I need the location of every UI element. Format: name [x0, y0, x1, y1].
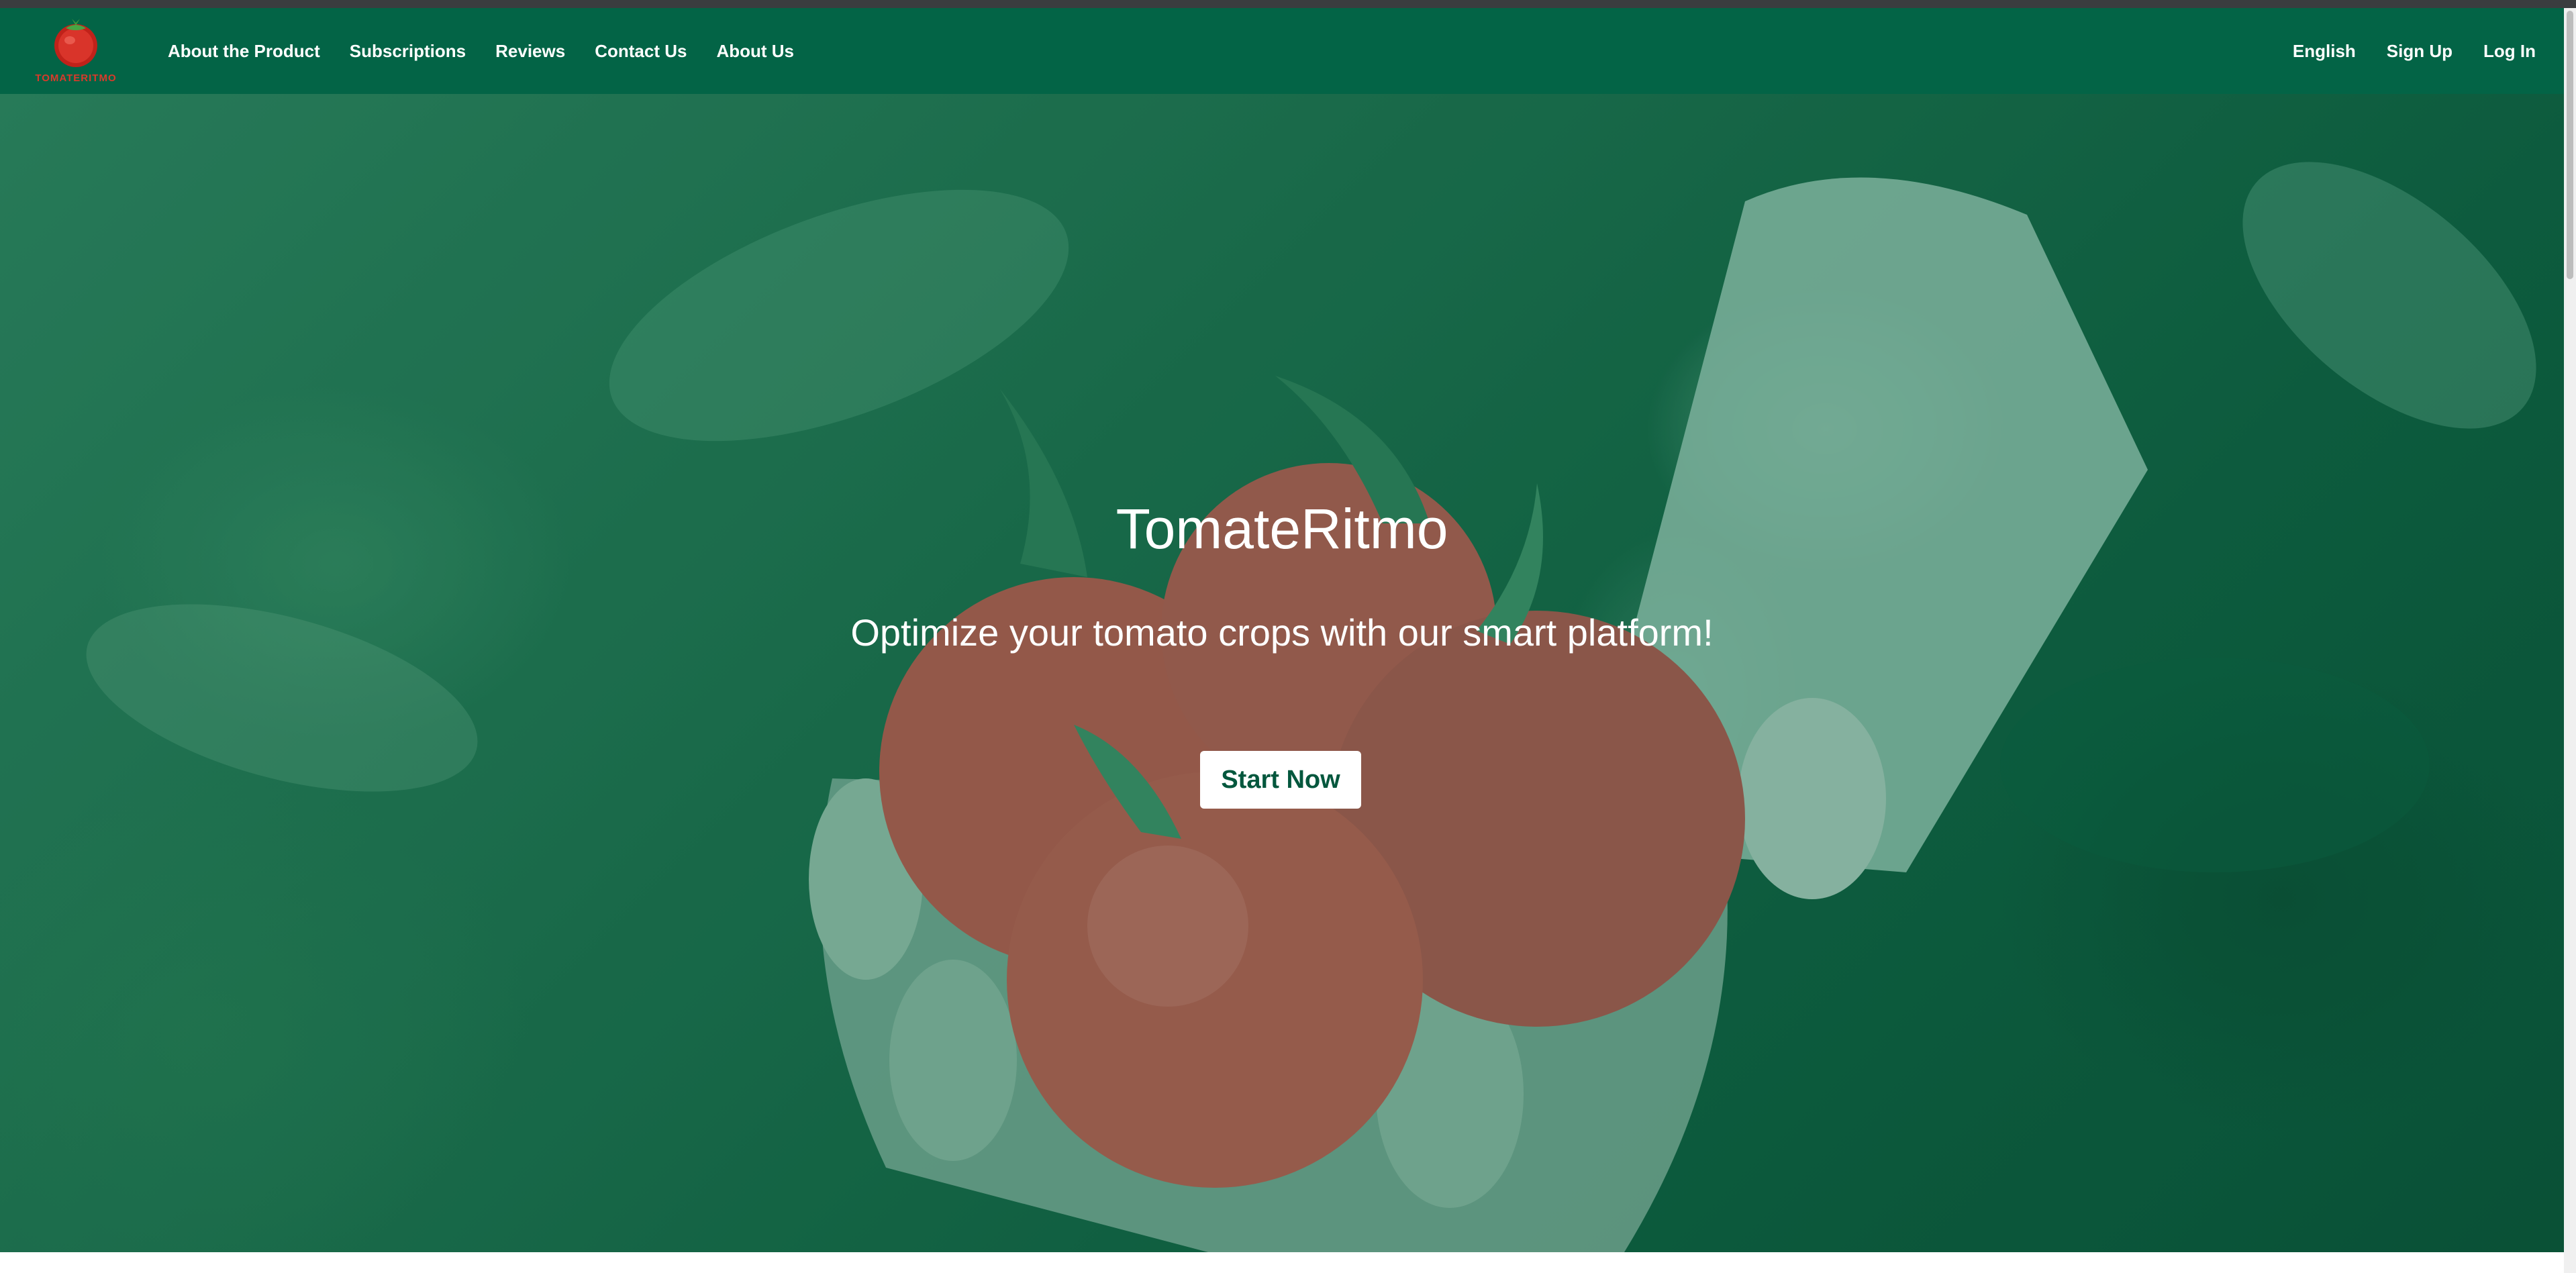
nav-contact-us[interactable]: Contact Us: [595, 41, 687, 62]
hero-title: TomateRitmo: [1116, 497, 1448, 560]
nav-about-us[interactable]: About Us: [716, 41, 794, 62]
hero-section: TomateRitmo Optimize your tomato crops w…: [0, 94, 2564, 1252]
nav-reviews[interactable]: Reviews: [495, 41, 565, 62]
account-nav: English Sign Up Log In: [2262, 8, 2536, 94]
page-scrollbar[interactable]: [2564, 8, 2576, 1273]
hero-subtitle: Optimize your tomato crops with our smar…: [850, 611, 1714, 654]
nav-subscriptions[interactable]: Subscriptions: [350, 41, 466, 62]
tomato-logo-icon: [54, 19, 97, 67]
nav-about-product[interactable]: About the Product: [168, 41, 320, 62]
brand-logo-text: TOMATERITMO: [35, 72, 117, 84]
site-navbar: TOMATERITMO About the Product Subscripti…: [0, 8, 2564, 94]
browser-top-strip: [0, 0, 2576, 8]
primary-nav: About the Product Subscriptions Reviews …: [168, 8, 824, 94]
signup-link[interactable]: Sign Up: [2387, 41, 2453, 62]
login-link[interactable]: Log In: [2483, 41, 2536, 62]
hero-color-overlay: [0, 94, 2564, 1252]
scrollbar-thumb[interactable]: [2567, 11, 2573, 279]
brand-logo[interactable]: TOMATERITMO: [20, 13, 132, 89]
language-selector[interactable]: English: [2293, 41, 2356, 62]
start-now-button[interactable]: Start Now: [1200, 751, 1361, 809]
